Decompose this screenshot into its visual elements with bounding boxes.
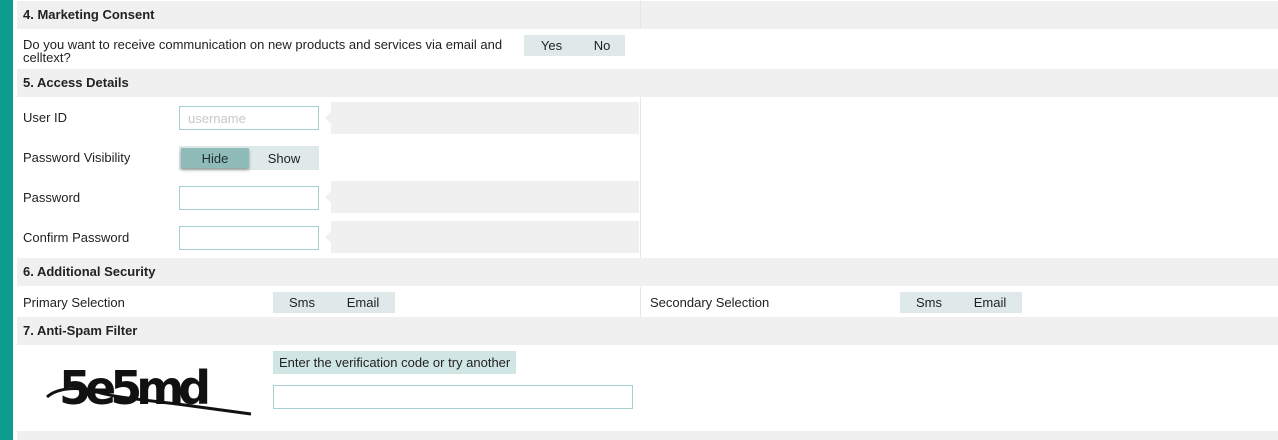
no-option[interactable]: No [579,35,625,56]
marketing-consent-title: 4. Marketing Consent [23,7,155,22]
password-visibility-toggle: Hide Show [179,146,319,170]
anti-spam-header: 7. Anti-Spam Filter [17,317,1278,345]
additional-security-title: 6. Additional Security [23,264,156,279]
footer-strip [17,431,1278,440]
primary-selection-toggle: Sms Email [273,292,395,313]
anti-spam-title: 7. Anti-Spam Filter [23,323,138,338]
refresh-captcha-link[interactable]: Enter the verification code or try anoth… [273,351,517,374]
user-id-input[interactable] [179,106,319,130]
column-divider [640,97,641,258]
primary-selection-label: Primary Selection [23,295,125,310]
captcha-graphic: 5e5md [45,361,252,416]
section-divider [640,0,641,29]
secondary-selection-label: Secondary Selection [650,295,770,310]
secondary-sms-option[interactable]: Sms [900,292,958,313]
hide-option[interactable]: Hide [181,148,249,168]
registration-form: 4. Marketing Consent Do you want to rece… [17,0,1278,440]
accent-sidebar-bar [0,0,13,440]
marketing-consent-toggle: Yes No [524,35,625,56]
verification-code-input[interactable] [273,385,633,409]
password-label: Password [23,190,81,205]
marketing-question-line-1: Do you want to receive communication on … [23,37,503,52]
password-input[interactable] [179,186,319,210]
column-divider-security [640,287,641,317]
confirm-password-label: Confirm Password [23,230,130,245]
captcha-image: 5e5md [37,352,257,418]
primary-sms-option[interactable]: Sms [273,292,331,313]
password-hint-box [325,181,639,213]
user-id-hint-box [325,102,639,134]
marketing-consent-header: 4. Marketing Consent [17,1,1278,29]
password-visibility-label: Password Visibility [23,150,131,165]
confirm-password-input[interactable] [179,226,319,250]
confirm-password-hint-box [325,221,639,253]
user-id-label: User ID [23,110,68,125]
secondary-selection-toggle: Sms Email [900,292,1022,313]
marketing-question: Do you want to receive communication on … [23,38,523,64]
additional-security-header: 6. Additional Security [17,258,1278,286]
primary-email-option[interactable]: Email [331,292,395,313]
yes-option[interactable]: Yes [524,35,579,56]
secondary-email-option[interactable]: Email [958,292,1022,313]
show-option[interactable]: Show [249,146,319,170]
access-details-title: 5. Access Details [23,75,129,90]
access-details-header: 5. Access Details [17,69,1278,97]
marketing-question-line-2: celltext? [23,50,71,65]
